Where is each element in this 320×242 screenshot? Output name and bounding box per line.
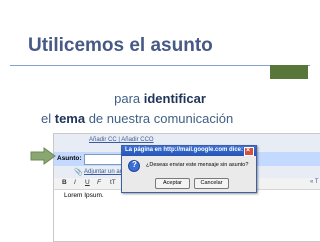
add-cc-links[interactable]: Añadir CC | Añadir CCO — [89, 137, 154, 143]
subtitle-line-2-post: de nuestra comunicación — [85, 111, 234, 126]
question-icon: ? — [128, 160, 140, 172]
paperclip-icon: 📎 — [74, 169, 83, 176]
subtitle-line-2: el tema de nuestra comunicación — [41, 111, 233, 126]
cancel-button[interactable]: Cancelar — [194, 178, 229, 189]
subtitle-line-1-strong: identificar — [143, 91, 206, 106]
slide-title: Utilicemos el asunto — [28, 35, 213, 56]
confirm-dialog: La página en http://mail.google.com dice… — [121, 145, 257, 193]
title-accent-block — [270, 65, 308, 79]
subtitle-line-1: para identificar — [0, 91, 320, 106]
dialog-titlebar: La página en http://mail.google.com dice… — [122, 146, 256, 156]
dialog-title: La página en http://mail.google.com dice… — [125, 147, 244, 153]
subtitle-line-2-pre: el — [41, 111, 55, 126]
underline-button[interactable]: U — [85, 179, 90, 186]
plain-text-link[interactable]: « T — [310, 179, 319, 185]
accept-button[interactable]: Aceptar — [155, 178, 190, 189]
subject-label: Asunto: — [57, 155, 82, 162]
italic-button[interactable]: I — [74, 179, 76, 186]
subtitle-line-2-strong: tema — [54, 111, 86, 126]
message-body[interactable]: Lorem Ipsum. — [64, 192, 104, 199]
title-rule — [10, 65, 310, 66]
top-bar — [0, 0, 320, 22]
font-button[interactable]: F — [97, 179, 101, 186]
subtitle-line-1-pre: para — [114, 91, 144, 106]
bold-button[interactable]: B — [62, 179, 67, 186]
arrow-icon — [30, 147, 56, 165]
dialog-message: ¿Deseas enviar este mensaje sin asunto? — [146, 162, 249, 168]
size-button[interactable]: tT — [110, 179, 116, 186]
close-icon[interactable]: × — [244, 147, 254, 156]
